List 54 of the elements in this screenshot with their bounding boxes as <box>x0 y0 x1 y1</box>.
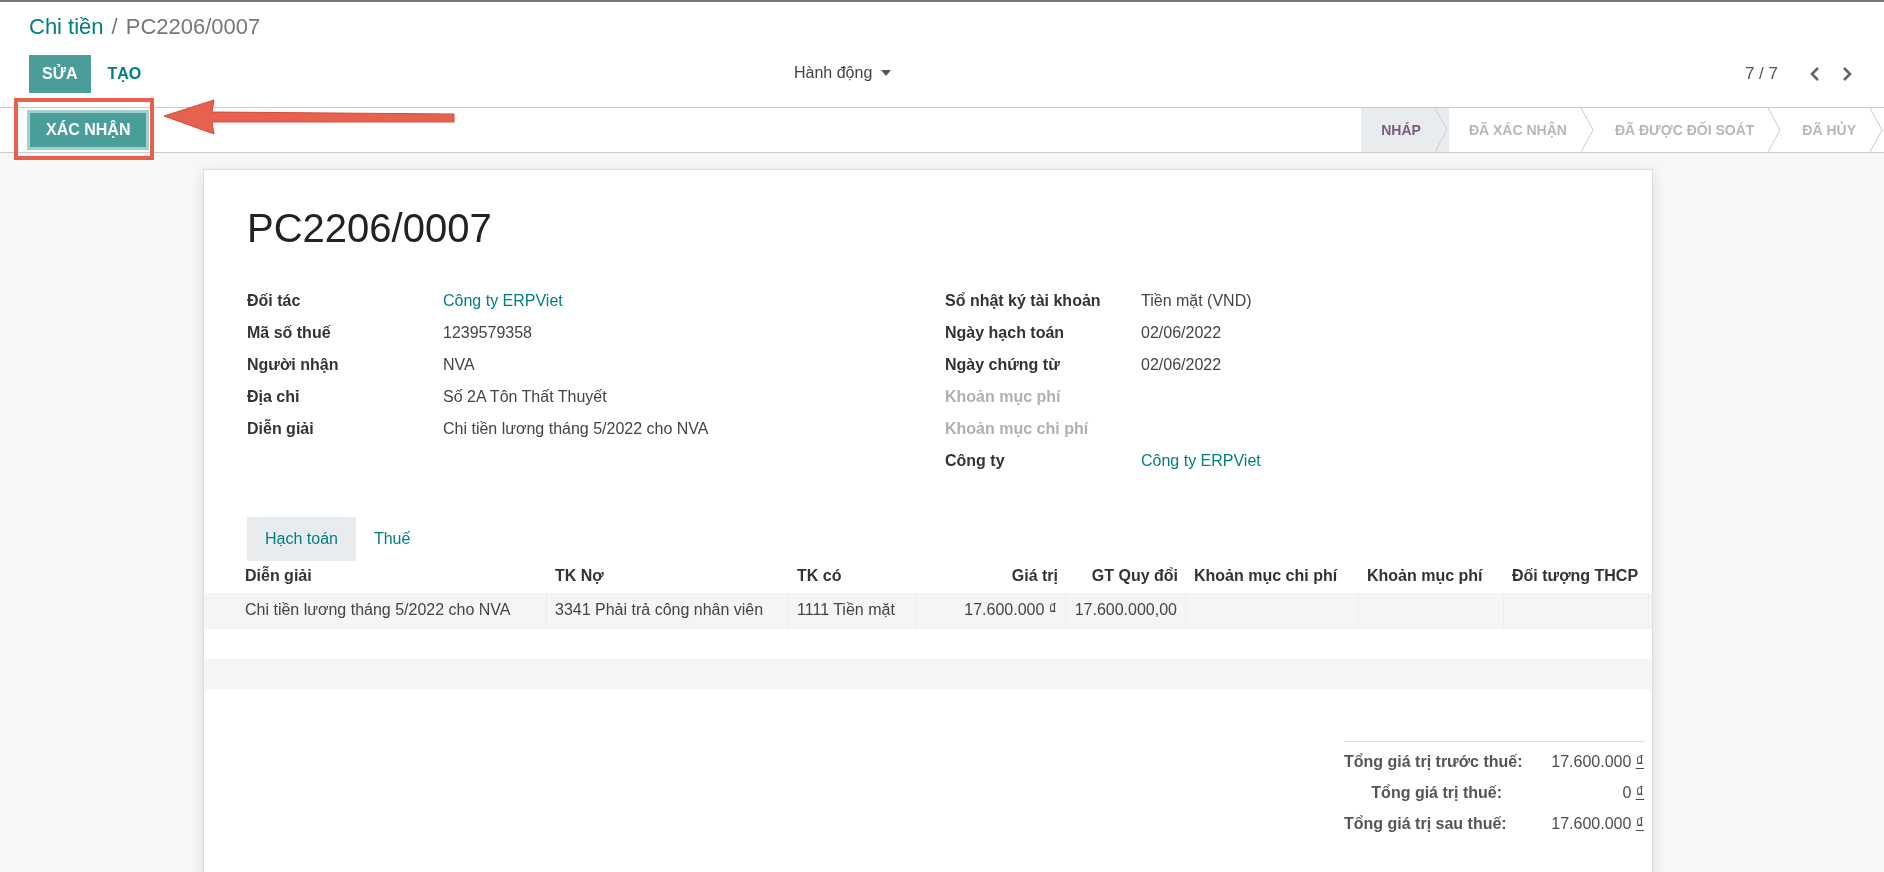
total-value: 0 ₫ <box>1621 783 1644 802</box>
field-label: Địa chỉ <box>247 388 301 406</box>
pager-value: 7 / 7 <box>1744 64 1778 84</box>
tab[interactable]: Hạch toán <box>247 517 356 561</box>
field-link[interactable]: Công ty ERPViet <box>1141 452 1261 470</box>
next-button[interactable] <box>1842 66 1852 82</box>
breadcrumb-separator: / <box>111 14 118 41</box>
column-header[interactable]: GT Quy đổi <box>1066 561 1186 593</box>
column-header[interactable]: Diễn giải <box>204 561 547 593</box>
breadcrumb-link[interactable]: Chi tiền <box>29 14 104 48</box>
action-dropdown[interactable]: Hành động <box>794 64 892 82</box>
tab[interactable]: Thuế <box>355 517 429 561</box>
field-value: 02/06/2022 <box>1141 356 1222 374</box>
field-label: Ngày hạch toán <box>945 324 1066 342</box>
total-value: 17.600.000 ₫ <box>1550 814 1644 833</box>
field-value: Số 2A Tôn Thất Thuyết <box>443 388 607 406</box>
column-header[interactable]: TK có <box>789 561 916 593</box>
caret-icon <box>881 70 892 76</box>
field-label: Khoản mục chi phí <box>945 420 1090 438</box>
field-label: Sổ nhật ký tài khoản <box>945 292 1102 310</box>
field-value: 1239579358 <box>443 324 532 342</box>
field-value: Chi tiền lương tháng 5/2022 cho NVA <box>443 420 709 438</box>
breadcrumb-current: PC2206/0007 <box>125 14 261 41</box>
confirm-button[interactable]: XÁC NHẬN <box>30 113 147 147</box>
field-value: Tiền mặt (VND) <box>1141 292 1252 310</box>
create-button[interactable]: TẠO <box>94 55 155 93</box>
table-cell: 1111 Tiền mặt <box>789 593 916 629</box>
edit-button[interactable]: SỬA <box>29 55 91 93</box>
total-label: Tổng giá trị trước thuế: <box>1344 752 1523 771</box>
field-link[interactable]: Công ty ERPViet <box>443 292 563 310</box>
table-cell: 17.600.000,00 <box>1066 593 1186 629</box>
column-header[interactable]: Khoản mục chi phí <box>1186 561 1359 593</box>
table-cell: 3341 Phải trả công nhân viên <box>547 593 789 629</box>
record-title: PC2206/0007 <box>247 206 493 251</box>
status-step[interactable]: NHÁP <box>1361 108 1449 152</box>
column-header[interactable]: TK Nợ <box>547 561 789 593</box>
field-label: Người nhận <box>247 356 340 374</box>
table-cell: 17.600.000 ₫ <box>916 593 1066 629</box>
field-label: Công ty <box>945 452 1006 470</box>
column-header[interactable]: Đối tượng THCP <box>1504 561 1649 593</box>
field-label: Mã số thuế <box>247 324 332 342</box>
field-value: 02/06/2022 <box>1141 324 1222 342</box>
previous-button[interactable] <box>1810 66 1820 82</box>
column-header[interactable]: Giá trị <box>916 561 1066 593</box>
total-label: Tổng giá trị thuế: <box>1371 783 1502 802</box>
field-label: Diễn giải <box>247 420 315 438</box>
table-cell: Chi tiền lương tháng 5/2022 cho NVA <box>204 593 547 629</box>
field-label: Đối tác <box>247 292 302 310</box>
field-label: Khoản mục phí <box>945 388 1062 406</box>
column-header[interactable]: Khoản mục phí <box>1359 561 1504 593</box>
field-label: Ngày chứng từ <box>945 356 1061 374</box>
total-value: 17.600.000 ₫ <box>1550 752 1644 771</box>
total-label: Tổng giá trị sau thuế: <box>1344 814 1507 833</box>
field-value: NVA <box>443 356 475 374</box>
